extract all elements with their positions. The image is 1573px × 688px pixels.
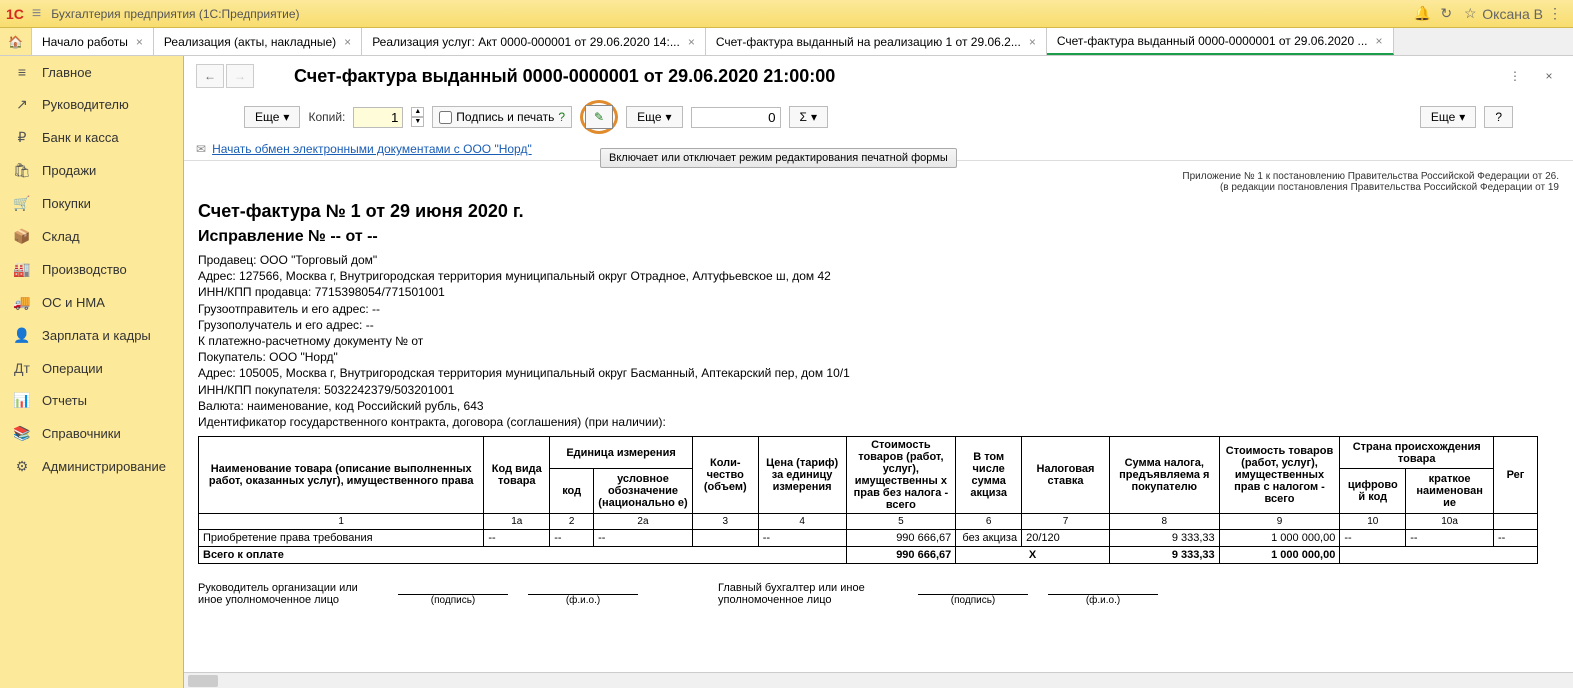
home-tab[interactable]: 🏠 — [0, 28, 32, 55]
journal-icon: Дт — [12, 360, 32, 376]
report-icon: 📊 — [12, 392, 32, 409]
history-icon[interactable]: ↻ — [1434, 5, 1458, 22]
sign-print-checkbox[interactable]: Подпись и печать? — [432, 106, 572, 128]
doc-header: ← → Счет-фактура выданный 0000-0000001 о… — [184, 56, 1573, 96]
tab-1[interactable]: Реализация (акты, накладные)× — [154, 28, 362, 55]
chevron-down-icon: ▾ — [283, 110, 289, 124]
star-icon[interactable]: ☆ — [1458, 5, 1482, 22]
titlebar-more-icon[interactable]: ⋮ — [1543, 5, 1567, 22]
nav-assets[interactable]: 🚚ОС и НМА — [0, 286, 183, 319]
edo-link[interactable]: Начать обмен электронными документами с … — [212, 142, 532, 156]
nav-operations[interactable]: ДтОперации — [0, 352, 183, 384]
tab-2[interactable]: Реализация услуг: Акт 0000-000001 от 29.… — [362, 28, 706, 55]
more-button-1[interactable]: Еще ▾ — [244, 106, 300, 128]
mail-icon: ✉ — [196, 142, 206, 156]
box-icon: 📦 — [12, 228, 32, 245]
chevron-down-icon: ▾ — [811, 110, 817, 124]
tab-4-active[interactable]: Счет-фактура выданный 0000-0000001 от 29… — [1047, 28, 1394, 55]
books-icon: 📚 — [12, 425, 32, 442]
nav-sales[interactable]: 🛍Продажи — [0, 154, 183, 187]
nav-warehouse[interactable]: 📦Склад — [0, 220, 183, 253]
ruble-icon: ₽ — [12, 129, 32, 146]
chevron-down-icon: ▾ — [1459, 110, 1465, 124]
correction-title: Исправление № -- от -- — [198, 228, 1559, 246]
tab-3[interactable]: Счет-фактура выданный на реализацию 1 от… — [706, 28, 1047, 55]
nav-hr[interactable]: 👤Зарплата и кадры — [0, 319, 183, 352]
invoice-table: Наименование товара (описание выполненны… — [198, 436, 1538, 564]
table-row: Приобретение права требования -- -- -- -… — [199, 530, 1538, 547]
sigma-button[interactable]: Σ ▾ — [789, 106, 828, 128]
back-button[interactable]: ← — [196, 64, 224, 88]
invoice-title: Счет-фактура № 1 от 29 июня 2020 г. — [198, 201, 1559, 222]
appendix-note: Приложение № 1 к постановлению Правитель… — [198, 171, 1559, 193]
tooltip: Включает или отключает режим редактирова… — [600, 148, 957, 168]
app-title: Бухгалтерия предприятия (1С:Предприятие) — [51, 7, 299, 21]
sum-input[interactable] — [691, 107, 781, 128]
close-icon[interactable]: × — [1376, 34, 1383, 48]
menu-icon: ≡ — [12, 64, 32, 80]
truck-icon: 🚚 — [12, 294, 32, 311]
close-icon[interactable]: × — [136, 35, 143, 49]
copies-label: Копий: — [308, 110, 345, 124]
document-body: Приложение № 1 к постановлению Правитель… — [184, 160, 1573, 672]
bag-icon: 🛍 — [12, 162, 32, 179]
chevron-down-icon: ▾ — [666, 110, 672, 124]
cart-icon: 🛒 — [12, 195, 32, 212]
forward-button[interactable]: → — [226, 64, 254, 88]
signatures: Руководитель организации или иное уполно… — [198, 582, 1559, 606]
tab-0[interactable]: Начало работы× — [32, 28, 154, 55]
nav-refs[interactable]: 📚Справочники — [0, 417, 183, 450]
nav-purchases[interactable]: 🛒Покупки — [0, 187, 183, 220]
more-button-2[interactable]: Еще ▾ — [626, 106, 682, 128]
person-icon: 👤 — [12, 327, 32, 344]
close-content-icon[interactable]: × — [1537, 69, 1561, 83]
sidebar: ≡Главное ↗Руководителю ₽Банк и касса 🛍Пр… — [0, 56, 184, 688]
edit-mode-highlight: ✎ — [580, 100, 618, 134]
help-button[interactable]: ? — [1484, 106, 1513, 128]
more-button-3[interactable]: Еще ▾ — [1420, 106, 1476, 128]
close-icon[interactable]: × — [688, 35, 695, 49]
nav-production[interactable]: 🏭Производство — [0, 253, 183, 286]
close-icon[interactable]: × — [344, 35, 351, 49]
titlebar: 1С ≡ Бухгалтерия предприятия (1С:Предпри… — [0, 0, 1573, 28]
tabbar: 🏠 Начало работы× Реализация (акты, накла… — [0, 28, 1573, 56]
edit-icon: ✎ — [594, 110, 604, 124]
edit-mode-button[interactable]: ✎ — [585, 105, 613, 129]
nav-admin[interactable]: ⚙Администрирование — [0, 450, 183, 483]
nav-bank[interactable]: ₽Банк и касса — [0, 121, 183, 154]
gear-icon: ⚙ — [12, 458, 32, 475]
toolbar: Еще ▾ Копий: ▲▼ Подпись и печать? ✎ Еще … — [184, 96, 1573, 138]
copies-stepper[interactable]: ▲▼ — [411, 107, 424, 127]
close-icon[interactable]: × — [1029, 35, 1036, 49]
horizontal-scrollbar[interactable] — [184, 672, 1573, 688]
nav-main[interactable]: ≡Главное — [0, 56, 183, 88]
factory-icon: 🏭 — [12, 261, 32, 278]
chart-icon: ↗ — [12, 96, 32, 113]
nav-reports[interactable]: 📊Отчеты — [0, 384, 183, 417]
bell-icon[interactable]: 🔔 — [1410, 5, 1434, 22]
page-title: Счет-фактура выданный 0000-0000001 от 29… — [294, 66, 835, 87]
copies-input[interactable] — [353, 107, 403, 128]
total-row: Всего к оплате 990 666,67 Х 9 333,33 1 0… — [199, 547, 1538, 564]
main-menu-icon[interactable]: ≡ — [32, 5, 41, 23]
nav-manager[interactable]: ↗Руководителю — [0, 88, 183, 121]
user-name[interactable]: Оксана В — [1482, 6, 1543, 22]
app-logo: 1С — [6, 6, 24, 22]
kebab-icon[interactable]: ⋮ — [1503, 69, 1527, 83]
